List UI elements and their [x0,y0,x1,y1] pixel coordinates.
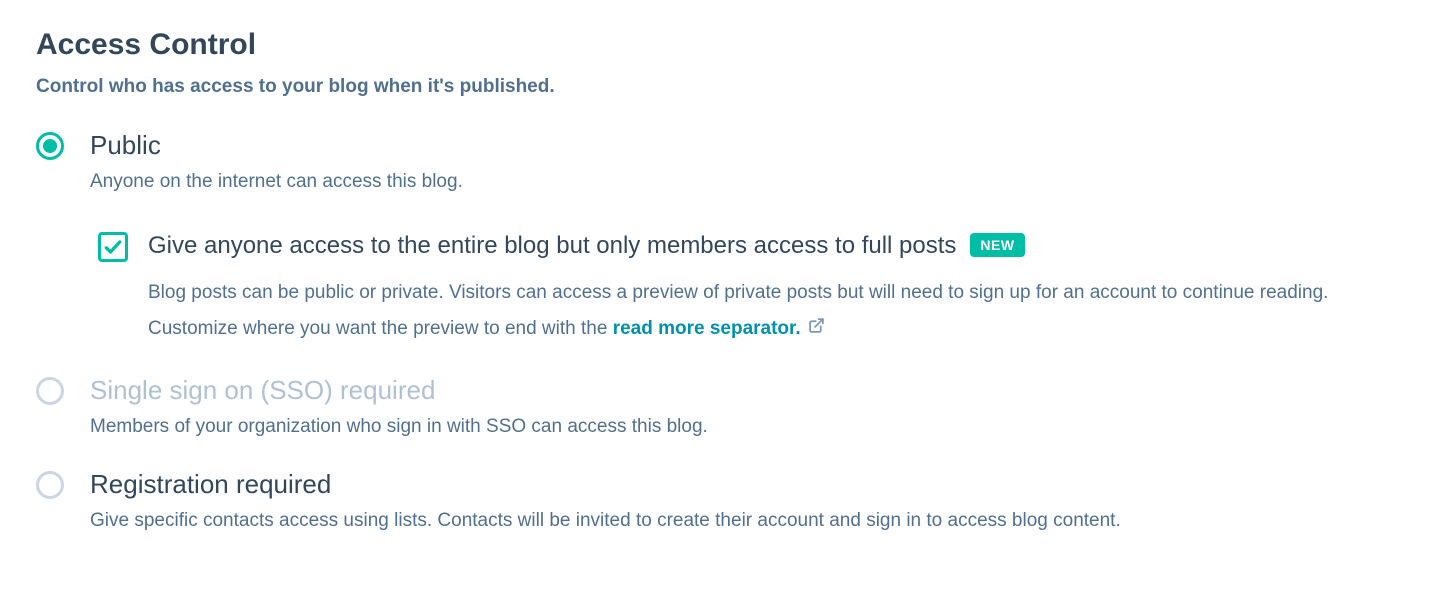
nested-option-members: Give anyone access to the entire blog bu… [90,230,1396,347]
radio-registration[interactable] [36,471,64,499]
page-title: Access Control [36,28,1396,62]
nested-members-description: Blog posts can be public or private. Vis… [148,275,1396,347]
radio-registration-label: Registration required [90,469,1396,500]
check-icon [103,237,123,257]
radio-public-label: Public [90,130,1396,161]
radio-registration-description: Give specific contacts access using list… [90,508,1396,535]
radio-registration-content: Registration required Give specific cont… [64,469,1396,535]
nested-members-content: Give anyone access to the entire blog bu… [128,230,1396,347]
checkbox-members-access[interactable] [98,232,128,262]
nested-label-row: Give anyone access to the entire blog bu… [148,230,1396,261]
radio-option-public: Public Anyone on the internet can access… [36,130,1396,347]
radio-sso-description: Members of your organization who sign in… [90,414,1396,441]
external-link-icon [808,311,825,347]
page-subtitle: Control who has access to your blog when… [36,76,1396,98]
access-control-radio-group: Public Anyone on the internet can access… [36,130,1396,563]
radio-public-content: Public Anyone on the internet can access… [64,130,1396,347]
radio-option-sso: Single sign on (SSO) required Members of… [36,375,1396,441]
read-more-separator-link[interactable]: read more separator. [613,318,825,339]
radio-sso-label: Single sign on (SSO) required [90,375,1396,406]
badge-new: NEW [970,233,1024,257]
radio-public-description: Anyone on the internet can access this b… [90,169,1396,196]
checkbox-members-label: Give anyone access to the entire blog bu… [148,230,956,261]
radio-sso[interactable] [36,377,64,405]
radio-option-registration: Registration required Give specific cont… [36,469,1396,535]
radio-sso-content: Single sign on (SSO) required Members of… [64,375,1396,441]
radio-public[interactable] [36,132,64,160]
